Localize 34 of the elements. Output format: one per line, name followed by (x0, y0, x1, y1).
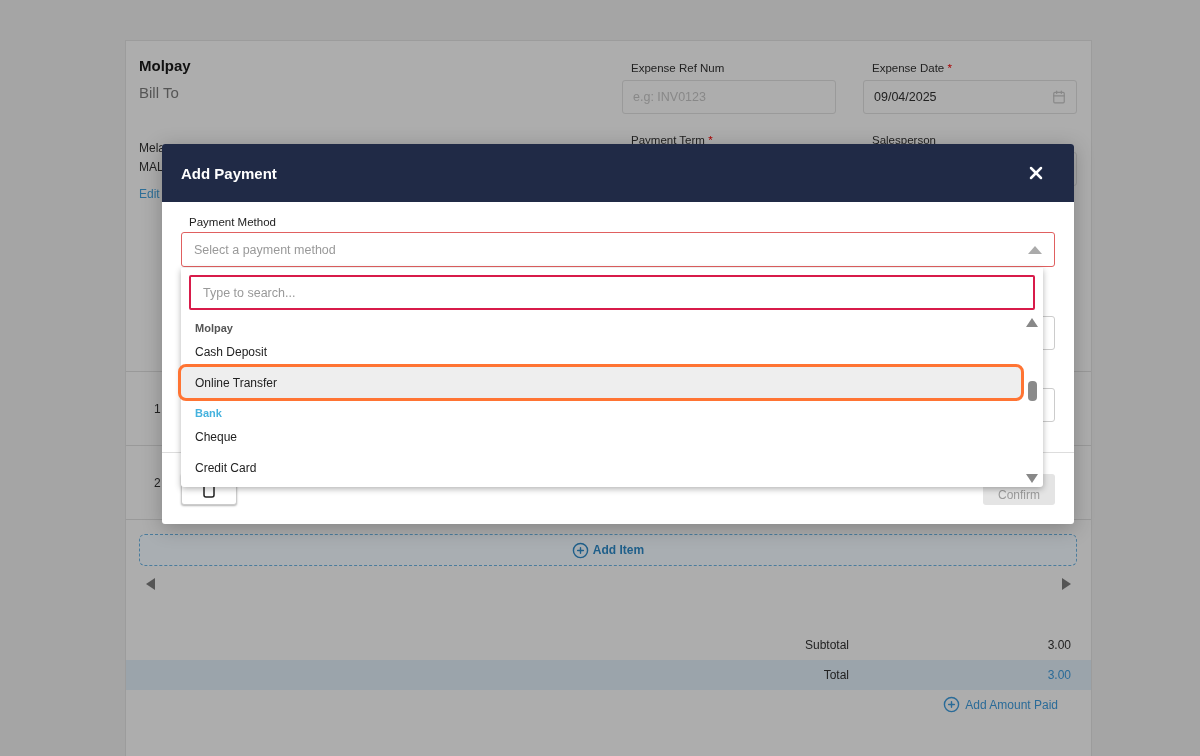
scroll-down-icon[interactable] (1026, 474, 1038, 483)
caret-icon (1028, 245, 1042, 254)
total-label: Total (822, 668, 849, 682)
company-name: Molpay (139, 57, 192, 74)
add-amount-paid-button[interactable]: Add Amount Paid (943, 696, 1058, 713)
clipboard-icon (203, 484, 215, 498)
field-label: Payment Term * (631, 134, 714, 146)
menu-item[interactable]: Online Transfer (181, 367, 1021, 398)
payment-method-select[interactable]: Select a payment method (181, 232, 1055, 267)
total-value: 3.00 (1046, 668, 1071, 682)
field-label: Expense Date * (872, 62, 953, 74)
menu-item[interactable]: Cash Deposit (181, 336, 1021, 367)
calendar-icon (1052, 90, 1066, 104)
bill-to-heading: Bill To (139, 84, 180, 101)
add-item-button[interactable]: Add Item (139, 534, 1077, 566)
search-field[interactable]: Type to search... (189, 275, 1035, 310)
address-line: MAL (139, 159, 164, 176)
total-label: Subtotal (803, 638, 849, 652)
total-value: 3.00 (1046, 638, 1071, 652)
plus-icon (571, 541, 589, 559)
scroll-thumb[interactable] (1027, 380, 1037, 401)
field-label: Payment Method (189, 216, 277, 228)
group-heading: Molpay (194, 320, 234, 336)
field-label: Salesperson (872, 134, 937, 146)
date-field[interactable]: 09/04/2025 (863, 80, 1077, 114)
plus-icon (943, 696, 961, 713)
dialog-title: Add Payment (181, 164, 277, 182)
edit-link[interactable]: Edit (139, 187, 160, 201)
left-arrow-icon[interactable] (146, 578, 156, 590)
right-arrow-icon[interactable] (1061, 578, 1071, 590)
group-heading: Bank (194, 405, 223, 421)
menu-item[interactable]: Cheque (181, 421, 1021, 452)
scroll-up-icon[interactable] (1026, 318, 1038, 327)
field-label: Expense Ref Num (631, 62, 726, 74)
